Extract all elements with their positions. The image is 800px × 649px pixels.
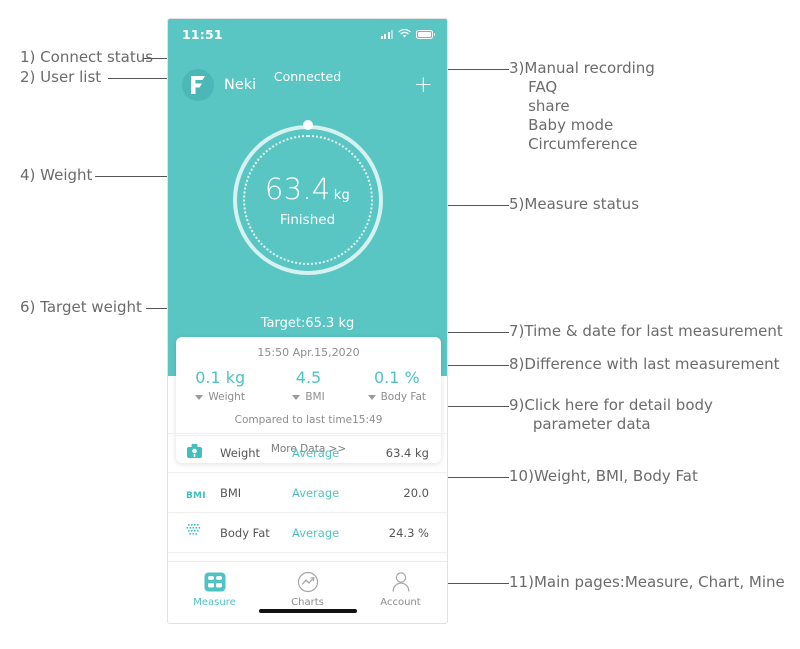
annotation-11-main-pages: 11)Main pages:Measure, Chart, Mine [509, 573, 785, 591]
neki-logo-icon[interactable] [182, 69, 214, 101]
annotation-2-user-list: 2) User list [20, 68, 102, 86]
delta-group: 0.1 kg Weight 4.5 BMI 0.1 % Body Fat [176, 368, 441, 403]
last-measurement-timestamp: 15:50 Apr.15,2020 [257, 346, 360, 359]
bodyfat-icon [186, 523, 220, 542]
weight-value-group: 63.4 kg [265, 172, 350, 206]
tab-charts[interactable]: Charts [261, 570, 354, 608]
weight-dial[interactable]: 63.4 kg Finished [232, 120, 383, 275]
annotation-8-difference: 8)Difference with last measurement [509, 355, 780, 373]
phone-mockup: 11:51 Neki Connected + 63.4 kg Finished … [167, 18, 448, 624]
annotation-1-connect-status: 1) Connect status [20, 48, 154, 66]
delta-weight-value: 0.1 kg [195, 368, 246, 387]
delta-bodyfat-label: Body Fat [380, 391, 427, 403]
add-record-button[interactable]: + [414, 73, 433, 97]
scale-icon [186, 443, 220, 463]
tab-charts-label: Charts [291, 597, 324, 608]
delta-bmi-label: BMI [305, 391, 325, 403]
annotation-6-target-weight: 6) Target weight [20, 298, 142, 316]
weight-value: 63.4 [264, 172, 331, 206]
home-indicator[interactable] [258, 609, 357, 613]
table-row[interactable]: Weight Average 63.4 kg [168, 433, 447, 473]
weight-unit: kg [333, 188, 351, 203]
person-tab-icon [354, 570, 447, 594]
metric-average-label[interactable]: Average [292, 526, 339, 540]
tab-measure-label: Measure [193, 597, 236, 608]
annotation-5-measure-status: 5)Measure status [509, 195, 640, 213]
compared-to-last-time: Compared to last time15:49 [234, 414, 383, 426]
delta-weight[interactable]: 0.1 kg Weight [176, 368, 264, 403]
delta-bmi-label-row: BMI [264, 391, 352, 403]
bottom-tab-bar: Measure Charts Account [168, 561, 447, 623]
battery-icon [416, 29, 435, 39]
table-row[interactable]: Body Fat Average 24.3 % [168, 513, 447, 553]
metric-value: 63.4 kg [385, 446, 429, 460]
scale-tab-icon [168, 570, 261, 594]
target-weight: Target:65.3 kg [260, 316, 355, 331]
delta-weight-label: Weight [208, 391, 245, 403]
bmi-icon-text: BMI [186, 491, 206, 501]
tab-account[interactable]: Account [354, 570, 447, 608]
delta-bodyfat-label-row: Body Fat [353, 391, 441, 403]
annotation-9-more-data: 9)Click here for detail body parameter d… [509, 396, 713, 433]
annotation-4-weight: 4) Weight [20, 166, 93, 184]
bmi-icon: BMI [186, 483, 220, 502]
caret-down-icon [195, 394, 204, 400]
delta-bmi[interactable]: 4.5 BMI [264, 368, 352, 403]
caret-down-icon [367, 394, 376, 400]
metric-value: 24.3 % [388, 525, 429, 540]
status-bar-clock: 11:51 [182, 26, 223, 42]
metric-average-label[interactable]: Average [292, 446, 339, 460]
metric-name: Body Fat [220, 525, 270, 540]
metric-name: Weight [220, 446, 261, 460]
table-row[interactable]: BMI BMI Average 20.0 [168, 473, 447, 513]
wifi-icon [398, 29, 411, 38]
metric-rows: Weight Average 63.4 kg BMI BMI Average 2… [168, 433, 447, 553]
user-name[interactable]: Neki [224, 77, 256, 93]
annotation-3-manual-recording: 3)Manual recording FAQ share Baby mode C… [509, 59, 655, 153]
metric-value: 20.0 [403, 485, 429, 500]
status-bar-icons [380, 29, 435, 39]
chart-tab-icon [261, 570, 354, 594]
tab-measure[interactable]: Measure [168, 570, 261, 608]
metric-name: BMI [220, 485, 242, 500]
delta-bodyfat[interactable]: 0.1 % Body Fat [353, 368, 441, 403]
signal-bars-icon [380, 29, 393, 39]
tab-account-label: Account [380, 597, 421, 608]
dial-center: 63.4 kg Finished [233, 125, 383, 275]
measure-status: Finished [279, 212, 336, 228]
metric-average-label[interactable]: Average [292, 486, 339, 500]
app-header: Neki Connected + [168, 67, 447, 103]
status-bar: 11:51 [168, 19, 447, 49]
delta-weight-label-row: Weight [176, 391, 264, 403]
caret-down-icon [292, 394, 301, 400]
annotation-7-time-date: 7)Time & date for last measurement [509, 322, 783, 340]
annotation-10-metrics: 10)Weight, BMI, Body Fat [509, 467, 698, 485]
delta-bmi-value: 4.5 [295, 368, 322, 387]
delta-bodyfat-value: 0.1 % [373, 368, 420, 387]
